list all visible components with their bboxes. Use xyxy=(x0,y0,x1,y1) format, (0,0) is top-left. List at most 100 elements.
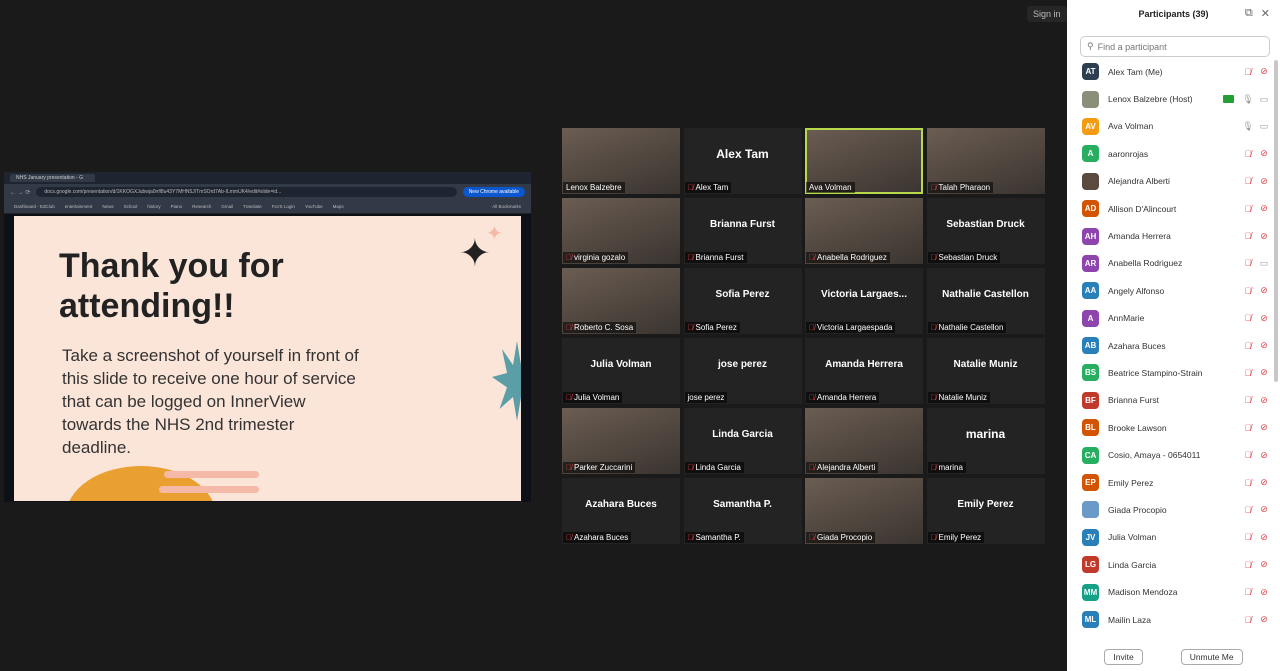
address-bar[interactable]: docs.google.com/presentation/d/1KKOGXJub… xyxy=(36,187,457,197)
video-tile[interactable]: Natalie Muniz 🎙̸ Natalie Muniz xyxy=(926,338,1045,404)
bookmark-item[interactable]: Dashboard - EdClub xyxy=(14,204,55,209)
mic-muted-icon[interactable]: 🎙̸ xyxy=(1240,587,1256,597)
bookmark-item[interactable]: FLVS Login xyxy=(272,204,295,209)
bookmark-item[interactable]: All Bookmarks xyxy=(492,204,521,209)
video-tile[interactable]: jose perez jose perez xyxy=(683,338,802,404)
video-tile[interactable]: Julia Volman 🎙̸ Julia Volman xyxy=(562,338,680,404)
mic-muted-icon[interactable]: 🎙̸ xyxy=(1240,395,1256,405)
bookmark-item[interactable]: Maps xyxy=(333,204,344,209)
scrollbar[interactable] xyxy=(1274,60,1278,382)
video-tile[interactable]: marina 🎙̸ marina xyxy=(926,408,1045,474)
participant-row[interactable]: BL Brooke Lawson 🎙̸ ⊘ xyxy=(1067,414,1272,441)
video-tile[interactable]: Amanda Herrera 🎙̸ Amanda Herrera xyxy=(805,338,923,404)
participant-row[interactable]: A aaronrojas 🎙̸ ⊘ xyxy=(1067,140,1272,167)
mic-muted-icon[interactable]: 🎙̸ xyxy=(1240,615,1256,625)
mic-muted-icon[interactable]: 🎙̸ xyxy=(1240,450,1256,460)
video-tile[interactable]: Sebastian Druck 🎙̸ Sebastian Druck xyxy=(926,198,1045,264)
video-tile[interactable]: 🎙̸ Talah Pharaon xyxy=(926,128,1045,194)
video-tile[interactable]: 🎙̸ Roberto C. Sosa xyxy=(562,268,680,334)
sign-in-button[interactable]: Sign in xyxy=(1027,6,1067,22)
camera-off-icon[interactable]: ⊘ xyxy=(1256,313,1272,324)
bookmark-item[interactable]: YouTube xyxy=(305,204,323,209)
bookmark-item[interactable]: News xyxy=(102,204,113,209)
mic-muted-icon[interactable]: 🎙̸ xyxy=(1240,313,1256,323)
mic-muted-icon[interactable]: 🎙̸ xyxy=(1240,423,1256,433)
participant-row[interactable]: AT Alex Tam (Me) 🎙̸ ⊘ xyxy=(1067,58,1272,85)
video-tile[interactable]: Victoria Largaes... 🎙̸ Victoria Largaespad… xyxy=(805,268,923,334)
bookmark-item[interactable]: entertainment xyxy=(65,204,93,209)
bookmark-item[interactable]: School xyxy=(124,204,138,209)
camera-off-icon[interactable]: ⊘ xyxy=(1256,395,1272,406)
mic-muted-icon[interactable]: 🎙̸ xyxy=(1240,258,1256,268)
bookmark-item[interactable]: Research xyxy=(192,204,211,209)
video-tile[interactable]: 🎙̸ Anabella Rodriguez xyxy=(805,198,923,264)
camera-off-icon[interactable]: ⊘ xyxy=(1256,231,1272,242)
participant-row[interactable]: A AnnMarie 🎙̸ ⊘ xyxy=(1067,305,1272,332)
mic-muted-icon[interactable]: 🎙̸ xyxy=(1240,176,1256,186)
camera-off-icon[interactable]: ⊘ xyxy=(1256,203,1272,214)
participant-row[interactable]: JV Julia Volman 🎙̸ ⊘ xyxy=(1067,524,1272,551)
bookmark-item[interactable]: Piano xyxy=(171,204,183,209)
video-tile[interactable]: Alex Tam 🎙̸ Alex Tam xyxy=(683,128,802,194)
camera-icon[interactable]: ▭ xyxy=(1256,121,1272,132)
mic-muted-icon[interactable]: 🎙̸ xyxy=(1240,149,1256,159)
video-tile[interactable]: Lenox Balzebre xyxy=(562,128,680,194)
video-tile[interactable]: Nathalie Castellon 🎙̸ Nathalie Castellon xyxy=(926,268,1045,334)
camera-off-icon[interactable]: ⊘ xyxy=(1256,450,1272,461)
camera-off-icon[interactable]: ⊘ xyxy=(1256,367,1272,378)
participant-row[interactable]: Giada Procopio 🎙̸ ⊘ xyxy=(1067,496,1272,523)
camera-off-icon[interactable]: ⊘ xyxy=(1256,422,1272,433)
new-chrome-button[interactable]: New Chrome available xyxy=(462,187,525,197)
camera-off-icon[interactable]: ⊘ xyxy=(1256,285,1272,296)
camera-off-icon[interactable]: ⊘ xyxy=(1256,504,1272,515)
mic-muted-icon[interactable]: 🎙̸ xyxy=(1240,231,1256,241)
camera-icon[interactable]: ▭ xyxy=(1256,94,1272,105)
mic-muted-icon[interactable]: 🎙̸ xyxy=(1240,368,1256,378)
camera-off-icon[interactable]: ⊘ xyxy=(1256,477,1272,488)
mic-muted-icon[interactable]: 🎙̸ xyxy=(1240,532,1256,542)
mic-muted-icon[interactable]: 🎙̸ xyxy=(1240,560,1256,570)
camera-off-icon[interactable]: ⊘ xyxy=(1256,532,1272,543)
video-tile[interactable]: Brianna Furst 🎙̸ Brianna Furst xyxy=(683,198,802,264)
video-tile[interactable]: 🎙̸ virginia gozalo xyxy=(562,198,680,264)
participant-row[interactable]: Lenox Balzebre (Host) 🎙 ▭ xyxy=(1067,85,1272,112)
mic-muted-icon[interactable]: 🎙̸ xyxy=(1240,204,1256,214)
close-icon[interactable]: ✕ xyxy=(1261,7,1270,20)
participant-row[interactable]: AR Anabella Rodriguez 🎙̸ ▭ xyxy=(1067,250,1272,277)
camera-off-icon[interactable]: ⊘ xyxy=(1256,176,1272,187)
mic-icon[interactable]: 🎙 xyxy=(1240,121,1256,132)
participant-row[interactable]: MM Madison Mendoza 🎙̸ ⊘ xyxy=(1067,578,1272,605)
participant-row[interactable]: CA Cosio, Amaya - 0654011 🎙̸ ⊘ xyxy=(1067,441,1272,468)
participant-row[interactable]: AH Amanda Herrera 🎙̸ ⊘ xyxy=(1067,222,1272,249)
pop-out-icon[interactable]: ⧉ xyxy=(1245,7,1253,20)
video-tile[interactable]: 🎙̸ Alejandra Alberti xyxy=(805,408,923,474)
camera-off-icon[interactable]: ⊘ xyxy=(1256,340,1272,351)
camera-off-icon[interactable]: ⊘ xyxy=(1256,148,1272,159)
participant-row[interactable]: AB Azahara Buces 🎙̸ ⊘ xyxy=(1067,332,1272,359)
bookmark-item[interactable]: Gmail xyxy=(221,204,233,209)
camera-off-icon[interactable]: ⊘ xyxy=(1256,559,1272,570)
video-tile[interactable]: Samantha P. 🎙̸ Samantha P. xyxy=(683,478,802,544)
participant-row[interactable]: ML Mailin Laza 🎙̸ ⊘ xyxy=(1067,606,1272,633)
camera-off-icon[interactable]: ⊘ xyxy=(1256,587,1272,598)
video-tile[interactable]: Linda Garcia 🎙̸ Linda Garcia xyxy=(683,408,802,474)
mic-muted-icon[interactable]: 🎙̸ xyxy=(1240,478,1256,488)
video-tile[interactable]: Emily Perez 🎙̸ Emily Perez xyxy=(926,478,1045,544)
participant-row[interactable]: AA Angely Alfonso 🎙̸ ⊘ xyxy=(1067,277,1272,304)
unmute-me-button[interactable]: Unmute Me xyxy=(1180,649,1243,665)
mic-muted-icon[interactable]: 🎙̸ xyxy=(1240,341,1256,351)
participant-row[interactable]: AV Ava Volman 🎙 ▭ xyxy=(1067,113,1272,140)
video-tile[interactable]: Ava Volman xyxy=(805,128,923,194)
participant-row[interactable]: BF Brianna Furst 🎙̸ ⊘ xyxy=(1067,387,1272,414)
video-tile[interactable]: 🎙̸ Giada Procopio xyxy=(805,478,923,544)
camera-icon[interactable]: ▭ xyxy=(1256,258,1272,269)
mic-icon[interactable]: 🎙 xyxy=(1240,94,1256,105)
mic-muted-icon[interactable]: 🎙̸ xyxy=(1240,286,1256,296)
search-input[interactable] xyxy=(1097,41,1258,52)
participant-row[interactable]: BS Beatrice Stampino-Strain 🎙̸ ⊘ xyxy=(1067,359,1272,386)
participant-row[interactable]: EP Emily Perez 🎙̸ ⊘ xyxy=(1067,469,1272,496)
nav-arrows-icon[interactable]: ← → ⟳ xyxy=(10,189,30,196)
camera-off-icon[interactable]: ⊘ xyxy=(1256,66,1272,77)
mic-muted-icon[interactable]: 🎙̸ xyxy=(1240,505,1256,515)
video-tile[interactable]: 🎙̸ Parker Zuccarini xyxy=(562,408,680,474)
